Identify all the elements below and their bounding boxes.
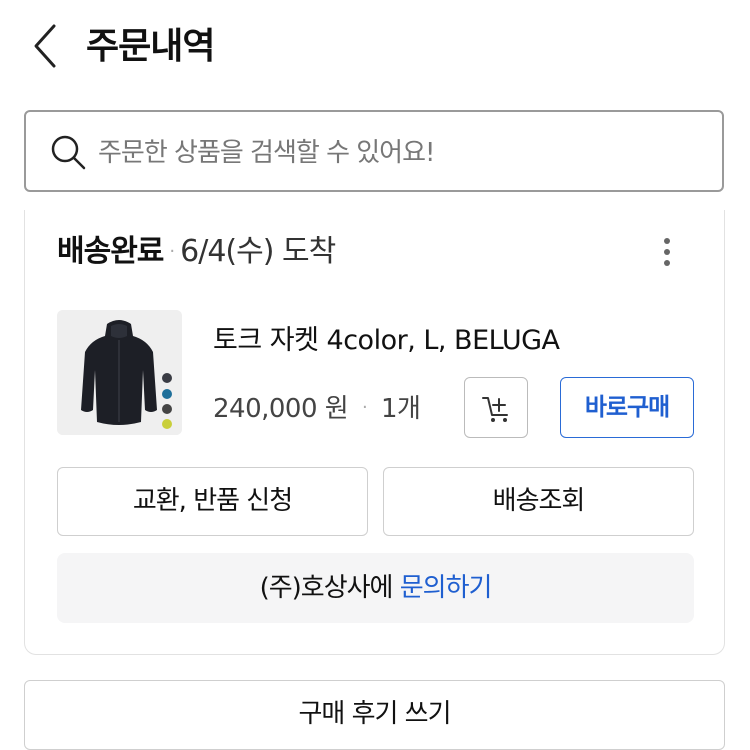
separator-dot: · — [169, 241, 175, 262]
product-quantity: 1개 — [380, 394, 421, 424]
delivery-status: 배송완료 — [57, 234, 164, 269]
search-icon — [51, 135, 86, 170]
swatch-1 — [162, 389, 172, 399]
search-box[interactable] — [24, 110, 724, 192]
add-to-cart-icon — [482, 397, 508, 422]
order-card: 배송완료 · 6/4(수) 도착 토크 자켓 4color, L, BELUGA 2… — [24, 210, 725, 655]
order-status-line: 배송완료 · 6/4(수) 도착 — [57, 230, 336, 274]
price-line: 240,000 원 · 1개 — [213, 388, 421, 425]
jacket-image — [57, 310, 182, 435]
header: 주문내역 — [0, 0, 750, 96]
arrival-date: 6/4(수) 도착 — [180, 234, 336, 269]
swatch-3 — [162, 419, 172, 429]
more-options-button[interactable] — [655, 234, 679, 274]
back-button[interactable] — [26, 22, 66, 70]
buy-now-button[interactable]: 바로구매 — [560, 377, 694, 438]
product-price: 240,000 원 — [213, 394, 349, 424]
exchange-return-button[interactable]: 교환, 반품 신청 — [57, 467, 368, 536]
product-image[interactable] — [57, 310, 182, 435]
more-vertical-icon — [655, 238, 679, 266]
seller-name: (주)호상사에 — [259, 573, 394, 603]
add-to-cart-button[interactable] — [464, 377, 528, 438]
swatch-0 — [162, 373, 172, 383]
product-name[interactable]: 토크 자켓 4color, L, BELUGA — [213, 318, 560, 357]
seller-inquiry-bar: (주)호상사에 문의하기 — [57, 553, 694, 623]
swatch-2 — [162, 404, 172, 414]
search-input[interactable] — [96, 130, 700, 176]
chevron-left-icon — [34, 24, 56, 68]
separator-dot: · — [361, 397, 368, 418]
delivery-tracking-button[interactable]: 배송조회 — [383, 467, 694, 536]
inquiry-link[interactable]: 문의하기 — [400, 573, 493, 603]
page-title: 주문내역 — [86, 26, 215, 67]
write-review-button[interactable]: 구매 후기 쓰기 — [24, 680, 725, 750]
